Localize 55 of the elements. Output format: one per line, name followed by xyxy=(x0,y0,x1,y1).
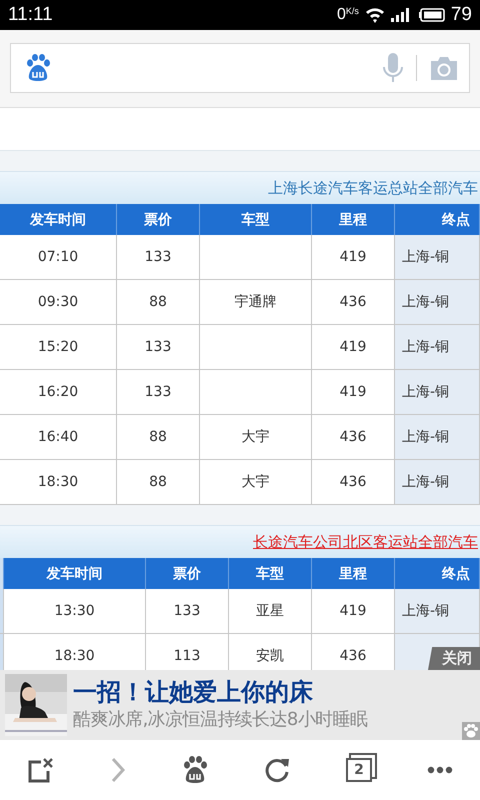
table-cell: 上海-铜 xyxy=(395,460,480,505)
column-header: 票价 xyxy=(117,204,200,235)
table-cell: 18:30 xyxy=(0,460,117,505)
clock: 11:11 xyxy=(8,4,53,26)
table-cell: 419 xyxy=(312,589,395,634)
more-icon[interactable] xyxy=(426,766,453,774)
table-cell: 436 xyxy=(312,460,395,505)
paw-logo-icon xyxy=(25,54,51,82)
table-cell: 133 xyxy=(117,235,200,280)
wifi-icon xyxy=(364,7,385,23)
column-header: 里程 xyxy=(312,204,395,235)
table-cell: 436 xyxy=(312,280,395,325)
table-cell: 16:20 xyxy=(0,370,117,415)
refresh-icon[interactable] xyxy=(263,756,292,784)
column-header: 终点 xyxy=(395,204,480,235)
table-cell: 133 xyxy=(117,325,200,370)
table-cell: 上海-铜 xyxy=(395,589,480,634)
table-cell: 15:20 xyxy=(0,325,117,370)
ad-description: 酷爽冰席,冰凉恒温持续长达8小时睡眠 xyxy=(73,708,368,732)
table-cell: 上海-铜 xyxy=(395,235,480,280)
battery-icon xyxy=(418,8,445,22)
column-header: 票价 xyxy=(146,558,229,589)
ad-banner[interactable]: 一招！让她爱上你的床 酷爽冰席,冰凉恒温持续长达8小时睡眠 xyxy=(0,670,480,740)
table-cell: 88 xyxy=(117,280,200,325)
battery-level: 79 xyxy=(450,4,472,26)
table-cell: 上海-铜 xyxy=(395,325,480,370)
table-cell: 大宇 xyxy=(200,415,312,460)
table-cell: 436 xyxy=(312,415,395,460)
column-header: 发车时间 xyxy=(0,204,117,235)
table-cell: 88 xyxy=(117,460,200,505)
table-cell: 88 xyxy=(117,415,200,460)
ad-headline[interactable]: 一招！让她爱上你的床 xyxy=(73,677,368,707)
column-header: 车型 xyxy=(229,558,312,589)
column-header: 终点 xyxy=(395,558,480,589)
table-cell: 16:40 xyxy=(0,415,117,460)
table-cell: 宇通牌 xyxy=(200,280,312,325)
table-cell: 419 xyxy=(312,370,395,415)
table-cell: 07:10 xyxy=(0,235,117,280)
table-cell: 133 xyxy=(117,370,200,415)
close-ad-button[interactable]: 关闭 xyxy=(428,647,480,670)
table-cell: 亚星 xyxy=(229,589,312,634)
table-cell: 09:30 xyxy=(0,280,117,325)
table-cell: 13:30 xyxy=(4,589,146,634)
close-tab-icon[interactable] xyxy=(27,757,56,783)
table-cell: 133 xyxy=(146,589,229,634)
table-cell: 上海-铜 xyxy=(395,280,480,325)
table-cell: 419 xyxy=(312,235,395,280)
column-header: 车型 xyxy=(200,204,312,235)
column-header: 发车时间 xyxy=(4,558,146,589)
table-cell: 上海-铜 xyxy=(395,370,480,415)
table-cell: 大宇 xyxy=(200,460,312,505)
table-cell: 上海-铜 xyxy=(395,415,480,460)
column-header: 里程 xyxy=(312,558,395,589)
table-cell: 419 xyxy=(312,325,395,370)
station-title: 上海长途汽车客运总站全部汽车 xyxy=(268,178,479,198)
